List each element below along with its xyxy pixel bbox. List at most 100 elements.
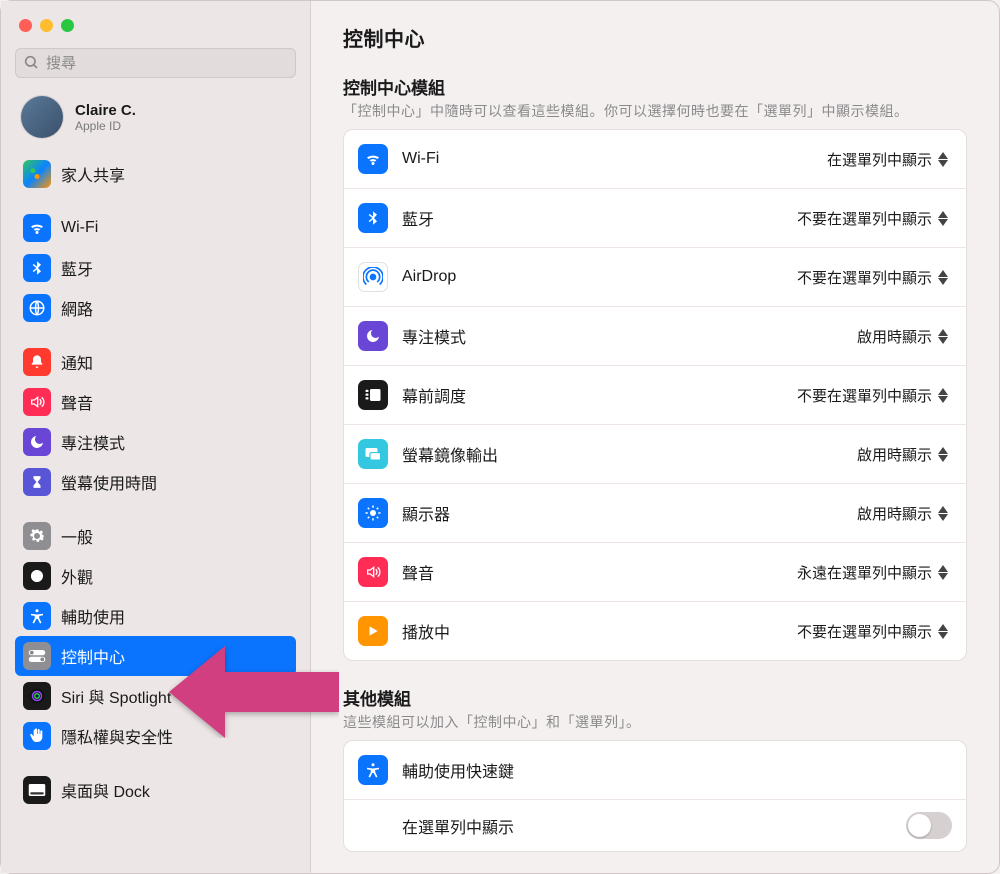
module-label: 藍牙 [402, 206, 797, 230]
account-sub: Apple ID [75, 119, 136, 133]
zoom-button[interactable] [61, 19, 74, 32]
sidebar-item[interactable]: 聲音 [15, 382, 296, 422]
module-label: AirDrop [402, 268, 797, 286]
hand-icon [23, 722, 51, 750]
hourglass-icon [23, 468, 51, 496]
account-row[interactable]: Claire C. Apple ID [15, 78, 296, 148]
other-row: 輔助使用快速鍵 [344, 741, 966, 799]
speaker-icon [358, 557, 388, 587]
sidebar-item-label: 家人共享 [61, 162, 125, 186]
sidebar-item-label: 網路 [61, 296, 93, 320]
sidebar-item-label: 控制中心 [61, 644, 125, 668]
sidebar-item-label: 輔助使用 [61, 604, 125, 628]
sidebar-item[interactable]: 通知 [15, 342, 296, 382]
module-select[interactable]: 不要在選單列中顯示 [797, 208, 952, 229]
module-select[interactable]: 啟用時顯示 [857, 444, 952, 465]
module-value: 啟用時顯示 [857, 444, 932, 465]
sidebar-item[interactable]: 專注模式 [15, 422, 296, 462]
avatar [21, 96, 63, 138]
sidebar-item[interactable]: 控制中心 [15, 636, 296, 676]
moon-icon [23, 428, 51, 456]
sidebar-item-label: 藍牙 [61, 256, 93, 280]
window-controls [15, 15, 296, 48]
content-area: 控制中心 控制中心模組 「控制中心」中隨時可以查看這些模組。你可以選擇何時也要在… [311, 1, 999, 873]
module-select[interactable]: 不要在選單列中顯示 [797, 621, 952, 642]
airdrop-icon [358, 262, 388, 292]
bluetooth-icon [358, 203, 388, 233]
sidebar-item[interactable]: Wi-Fi [15, 208, 296, 248]
sidebar-item[interactable]: 桌面與 Dock [15, 770, 296, 810]
search-field-container [15, 48, 296, 78]
other-card: 輔助使用快速鍵在選單列中顯示 [343, 740, 967, 852]
accessibility-icon [358, 755, 388, 785]
search-input[interactable] [15, 48, 296, 78]
module-row: 幕前調度不要在選單列中顯示 [344, 365, 966, 424]
module-row: 聲音永遠在選單列中顯示 [344, 542, 966, 601]
settings-window: Claire C. Apple ID 家人共享Wi-Fi藍牙網路通知聲音專注模式… [1, 1, 999, 873]
module-select[interactable]: 不要在選單列中顯示 [797, 267, 952, 288]
module-select[interactable]: 啟用時顯示 [857, 503, 952, 524]
bluetooth-icon [23, 254, 51, 282]
module-select[interactable]: 在選單列中顯示 [827, 149, 952, 170]
module-label: 顯示器 [402, 501, 857, 525]
sidebar-item[interactable]: 外觀 [15, 556, 296, 596]
sidebar-item[interactable]: Siri 與 Spotlight [15, 676, 296, 716]
other-subrow: 在選單列中顯示 [344, 799, 966, 851]
module-row: 顯示器啟用時顯示 [344, 483, 966, 542]
module-row: 播放中不要在選單列中顯示 [344, 601, 966, 660]
dock-icon [23, 776, 51, 804]
stepper-icon [938, 326, 952, 346]
stepper-icon [938, 267, 952, 287]
sidebar-item-label: Siri 與 Spotlight [61, 684, 171, 708]
other-sublabel: 在選單列中顯示 [402, 814, 906, 838]
control-center-icon [23, 642, 51, 670]
sidebar-item[interactable]: 螢幕使用時間 [15, 462, 296, 502]
page-title: 控制中心 [343, 23, 967, 52]
sidebar-item[interactable]: 一般 [15, 516, 296, 556]
module-select[interactable]: 啟用時顯示 [857, 326, 952, 347]
sidebar-item[interactable]: 隱私權與安全性 [15, 716, 296, 756]
sidebar-item-label: 一般 [61, 524, 93, 548]
close-button[interactable] [19, 19, 32, 32]
modules-card: Wi-Fi在選單列中顯示藍牙不要在選單列中顯示AirDrop不要在選單列中顯示專… [343, 129, 967, 661]
module-label: 聲音 [402, 560, 797, 584]
play-icon [358, 616, 388, 646]
module-value: 啟用時顯示 [857, 326, 932, 347]
globe-icon [23, 294, 51, 322]
sidebar-item[interactable]: 家人共享 [15, 154, 296, 194]
module-label: 幕前調度 [402, 383, 797, 407]
search-icon [23, 54, 39, 75]
other-desc: 這些模組可以加入「控制中心」和「選單列」。 [343, 712, 967, 732]
siri-icon [23, 682, 51, 710]
stepper-icon [938, 444, 952, 464]
sidebar: Claire C. Apple ID 家人共享 Wi-Fi 藍牙網路通知聲音專注模式… [1, 1, 311, 873]
sidebar-item-label: 外觀 [61, 564, 93, 588]
module-label: 螢幕鏡像輸出 [402, 442, 857, 466]
wifi-icon [358, 144, 388, 174]
module-select[interactable]: 永遠在選單列中顯示 [797, 562, 952, 583]
brightness-icon [358, 498, 388, 528]
modules-title: 控制中心模組 [343, 74, 967, 99]
sidebar-item[interactable]: 輔助使用 [15, 596, 296, 636]
moon-icon [358, 321, 388, 351]
sidebar-item[interactable]: 藍牙 [15, 248, 296, 288]
gear-icon [23, 522, 51, 550]
sidebar-item-label: Wi-Fi [61, 219, 98, 237]
appearance-icon [23, 562, 51, 590]
family-icon [23, 160, 51, 188]
module-row: Wi-Fi在選單列中顯示 [344, 130, 966, 188]
module-value: 在選單列中顯示 [827, 149, 932, 170]
sidebar-item[interactable]: 網路 [15, 288, 296, 328]
sidebar-item-label: 通知 [61, 350, 93, 374]
mirror-icon [358, 439, 388, 469]
module-value: 永遠在選單列中顯示 [797, 562, 932, 583]
module-value: 不要在選單列中顯示 [797, 267, 932, 288]
module-select[interactable]: 不要在選單列中顯示 [797, 385, 952, 406]
toggle-switch[interactable] [906, 812, 952, 839]
module-row: 螢幕鏡像輸出啟用時顯示 [344, 424, 966, 483]
minimize-button[interactable] [40, 19, 53, 32]
speaker-icon [23, 388, 51, 416]
wifi-icon [23, 214, 51, 242]
sidebar-item-label: 聲音 [61, 390, 93, 414]
stepper-icon [938, 621, 952, 641]
